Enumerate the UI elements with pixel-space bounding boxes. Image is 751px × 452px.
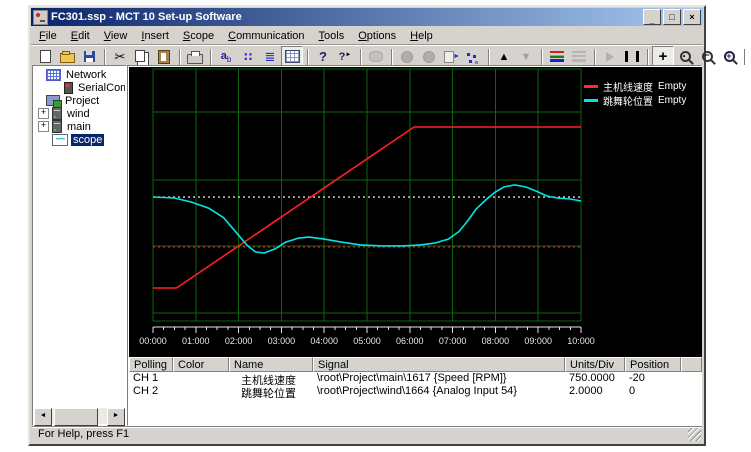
menu-item[interactable]: Communication (221, 28, 311, 44)
menu-bar: FileEditViewInsertScopeCommunicationTool… (31, 27, 703, 44)
channel-table-header: Polling Color Name Signal Units/Div Posi… (129, 357, 702, 372)
menu-item[interactable]: Insert (134, 28, 176, 44)
column-header-filler (681, 357, 702, 372)
tree-item[interactable]: scope (34, 133, 125, 146)
channel-rows: CH 1 主机线速度 \root\Project\main\1617 {Spee… (129, 372, 702, 398)
channel-signal: \root\Project\main\1617 {Speed [RPM]} (313, 372, 565, 385)
menu-item[interactable]: Options (351, 28, 403, 44)
channel-units-div: 2.0000 (565, 385, 625, 398)
tree-expander-icon[interactable] (38, 108, 49, 119)
svg-text:08:000: 08:000 (482, 336, 510, 346)
menu-item[interactable]: Edit (64, 28, 97, 44)
legend-status: Empty (658, 95, 686, 106)
svg-text:00:000: 00:000 (139, 336, 167, 346)
tree-item-icon (64, 82, 73, 94)
channel-polling: CH 2 (129, 385, 173, 398)
scrollbar-thumb[interactable] (54, 408, 98, 426)
channel-color-cell (173, 372, 229, 385)
svg-text:05:000: 05:000 (353, 336, 381, 346)
tree-item-icon (46, 69, 61, 81)
svg-text:03:000: 03:000 (268, 336, 296, 346)
scope-chart-svg: 00:000 01:000 02:000 03:000 04:000 05:000 06:0… (129, 67, 702, 357)
menu-item[interactable]: Tools (312, 28, 352, 44)
tree-item[interactable]: Project (34, 94, 125, 107)
tree-horizontal-scrollbar[interactable]: ◄ ► (34, 408, 125, 424)
svg-text:10:000: 10:000 (567, 336, 595, 346)
resize-grip[interactable] (688, 428, 701, 441)
close-button[interactable]: × (683, 9, 701, 25)
scroll-left-button[interactable]: ◄ (34, 408, 52, 426)
title-bar[interactable]: FC301.ssp - MCT 10 Set-up Software _ □ × (31, 8, 703, 26)
legend-item: 主机线速度 Empty (584, 79, 686, 93)
tree-item-icon (52, 107, 62, 120)
table-row[interactable]: CH 2 跳舞轮位置 \root\Project\wind\1664 {Anal… (129, 385, 702, 398)
legend-color-dash (584, 99, 598, 102)
menu-item[interactable]: Scope (176, 28, 221, 44)
svg-text:09:000: 09:000 (524, 336, 552, 346)
column-header-units-div[interactable]: Units/Div (565, 357, 625, 372)
menu-item[interactable]: File (32, 28, 64, 44)
scope-window: 00:000 01:000 02:000 03:000 04:000 05:000 06:0… (127, 65, 702, 426)
app-window: FC301.ssp - MCT 10 Set-up Software _ □ ×… (28, 5, 706, 446)
scope-display: 00:000 01:000 02:000 03:000 04:000 05:000 06:0… (129, 67, 702, 357)
svg-text:02:000: 02:000 (225, 336, 253, 346)
app-icon (33, 10, 48, 25)
minimize-button[interactable]: _ (643, 9, 661, 25)
channel-polling: CH 1 (129, 372, 173, 385)
legend-item: 跳舞轮位置 Empty (584, 93, 686, 107)
tree-item-label: SerialCom (76, 82, 125, 94)
tree-item-icon (52, 120, 62, 133)
tree-item-label: wind (65, 108, 92, 120)
channel-name: 主机线速度 (229, 372, 313, 385)
status-text: For Help, press F1 (38, 428, 129, 440)
tree-item-label: scope (71, 134, 104, 146)
tree-item-label: Project (63, 95, 101, 107)
svg-text:07:000: 07:000 (439, 336, 467, 346)
channel-name: 跳舞轮位置 (229, 385, 313, 398)
desktop: FC301.ssp - MCT 10 Set-up Software _ □ ×… (0, 0, 751, 452)
svg-text:06:000: 06:000 (396, 336, 424, 346)
scrollbar-track[interactable] (52, 408, 107, 424)
window-title: FC301.ssp - MCT 10 Set-up Software (51, 11, 641, 23)
tree-expander-icon[interactable] (38, 121, 49, 132)
channel-color-cell (173, 385, 229, 398)
channel-units-div: 750.0000 (565, 372, 625, 385)
menu-item[interactable]: Help (403, 28, 440, 44)
legend-status: Empty (658, 81, 686, 92)
tree-item[interactable]: SerialCom (34, 81, 125, 94)
svg-text:01:000: 01:000 (182, 336, 210, 346)
tree-item-label: main (65, 121, 93, 133)
scroll-right-button[interactable]: ► (107, 408, 125, 426)
zoom-in-button[interactable] (718, 46, 740, 68)
scope-legend: 主机线速度 Empty 跳舞轮位置 Empty (584, 79, 686, 107)
tree-item-label: Network (64, 69, 108, 81)
column-header-signal[interactable]: Signal (313, 357, 565, 372)
channel-position: -20 (625, 372, 681, 385)
channel-table: Polling Color Name Signal Units/Div Posi… (129, 357, 702, 398)
tree-item[interactable]: Network (34, 68, 125, 81)
legend-label: 主机线速度 (603, 79, 653, 94)
menu-item[interactable]: View (97, 28, 135, 44)
client-area: Network SerialCom Project (32, 65, 702, 426)
column-header-polling[interactable]: Polling (129, 357, 173, 372)
table-row[interactable]: CH 1 主机线速度 \root\Project\main\1617 {Spee… (129, 372, 702, 385)
column-header-name[interactable]: Name (229, 357, 313, 372)
column-header-color[interactable]: Color (173, 357, 229, 372)
column-header-position[interactable]: Position (625, 357, 681, 372)
legend-label: 跳舞轮位置 (603, 93, 653, 108)
channel-position: 0 (625, 385, 681, 398)
channel-signal: \root\Project\wind\1664 {Analog Input 54… (313, 385, 565, 398)
status-bar: For Help, press F1 (32, 426, 702, 442)
tree-item[interactable]: wind (34, 107, 125, 120)
tree-item[interactable]: main (34, 120, 125, 133)
tree-item-icon (46, 95, 60, 106)
project-tree: Network SerialCom Project (34, 68, 125, 407)
tree-item-icon (52, 134, 68, 146)
project-tree-panel: Network SerialCom Project (32, 65, 127, 426)
legend-color-dash (584, 85, 598, 88)
separator (740, 46, 749, 68)
svg-text:04:000: 04:000 (310, 336, 338, 346)
maximize-button[interactable]: □ (663, 9, 681, 25)
